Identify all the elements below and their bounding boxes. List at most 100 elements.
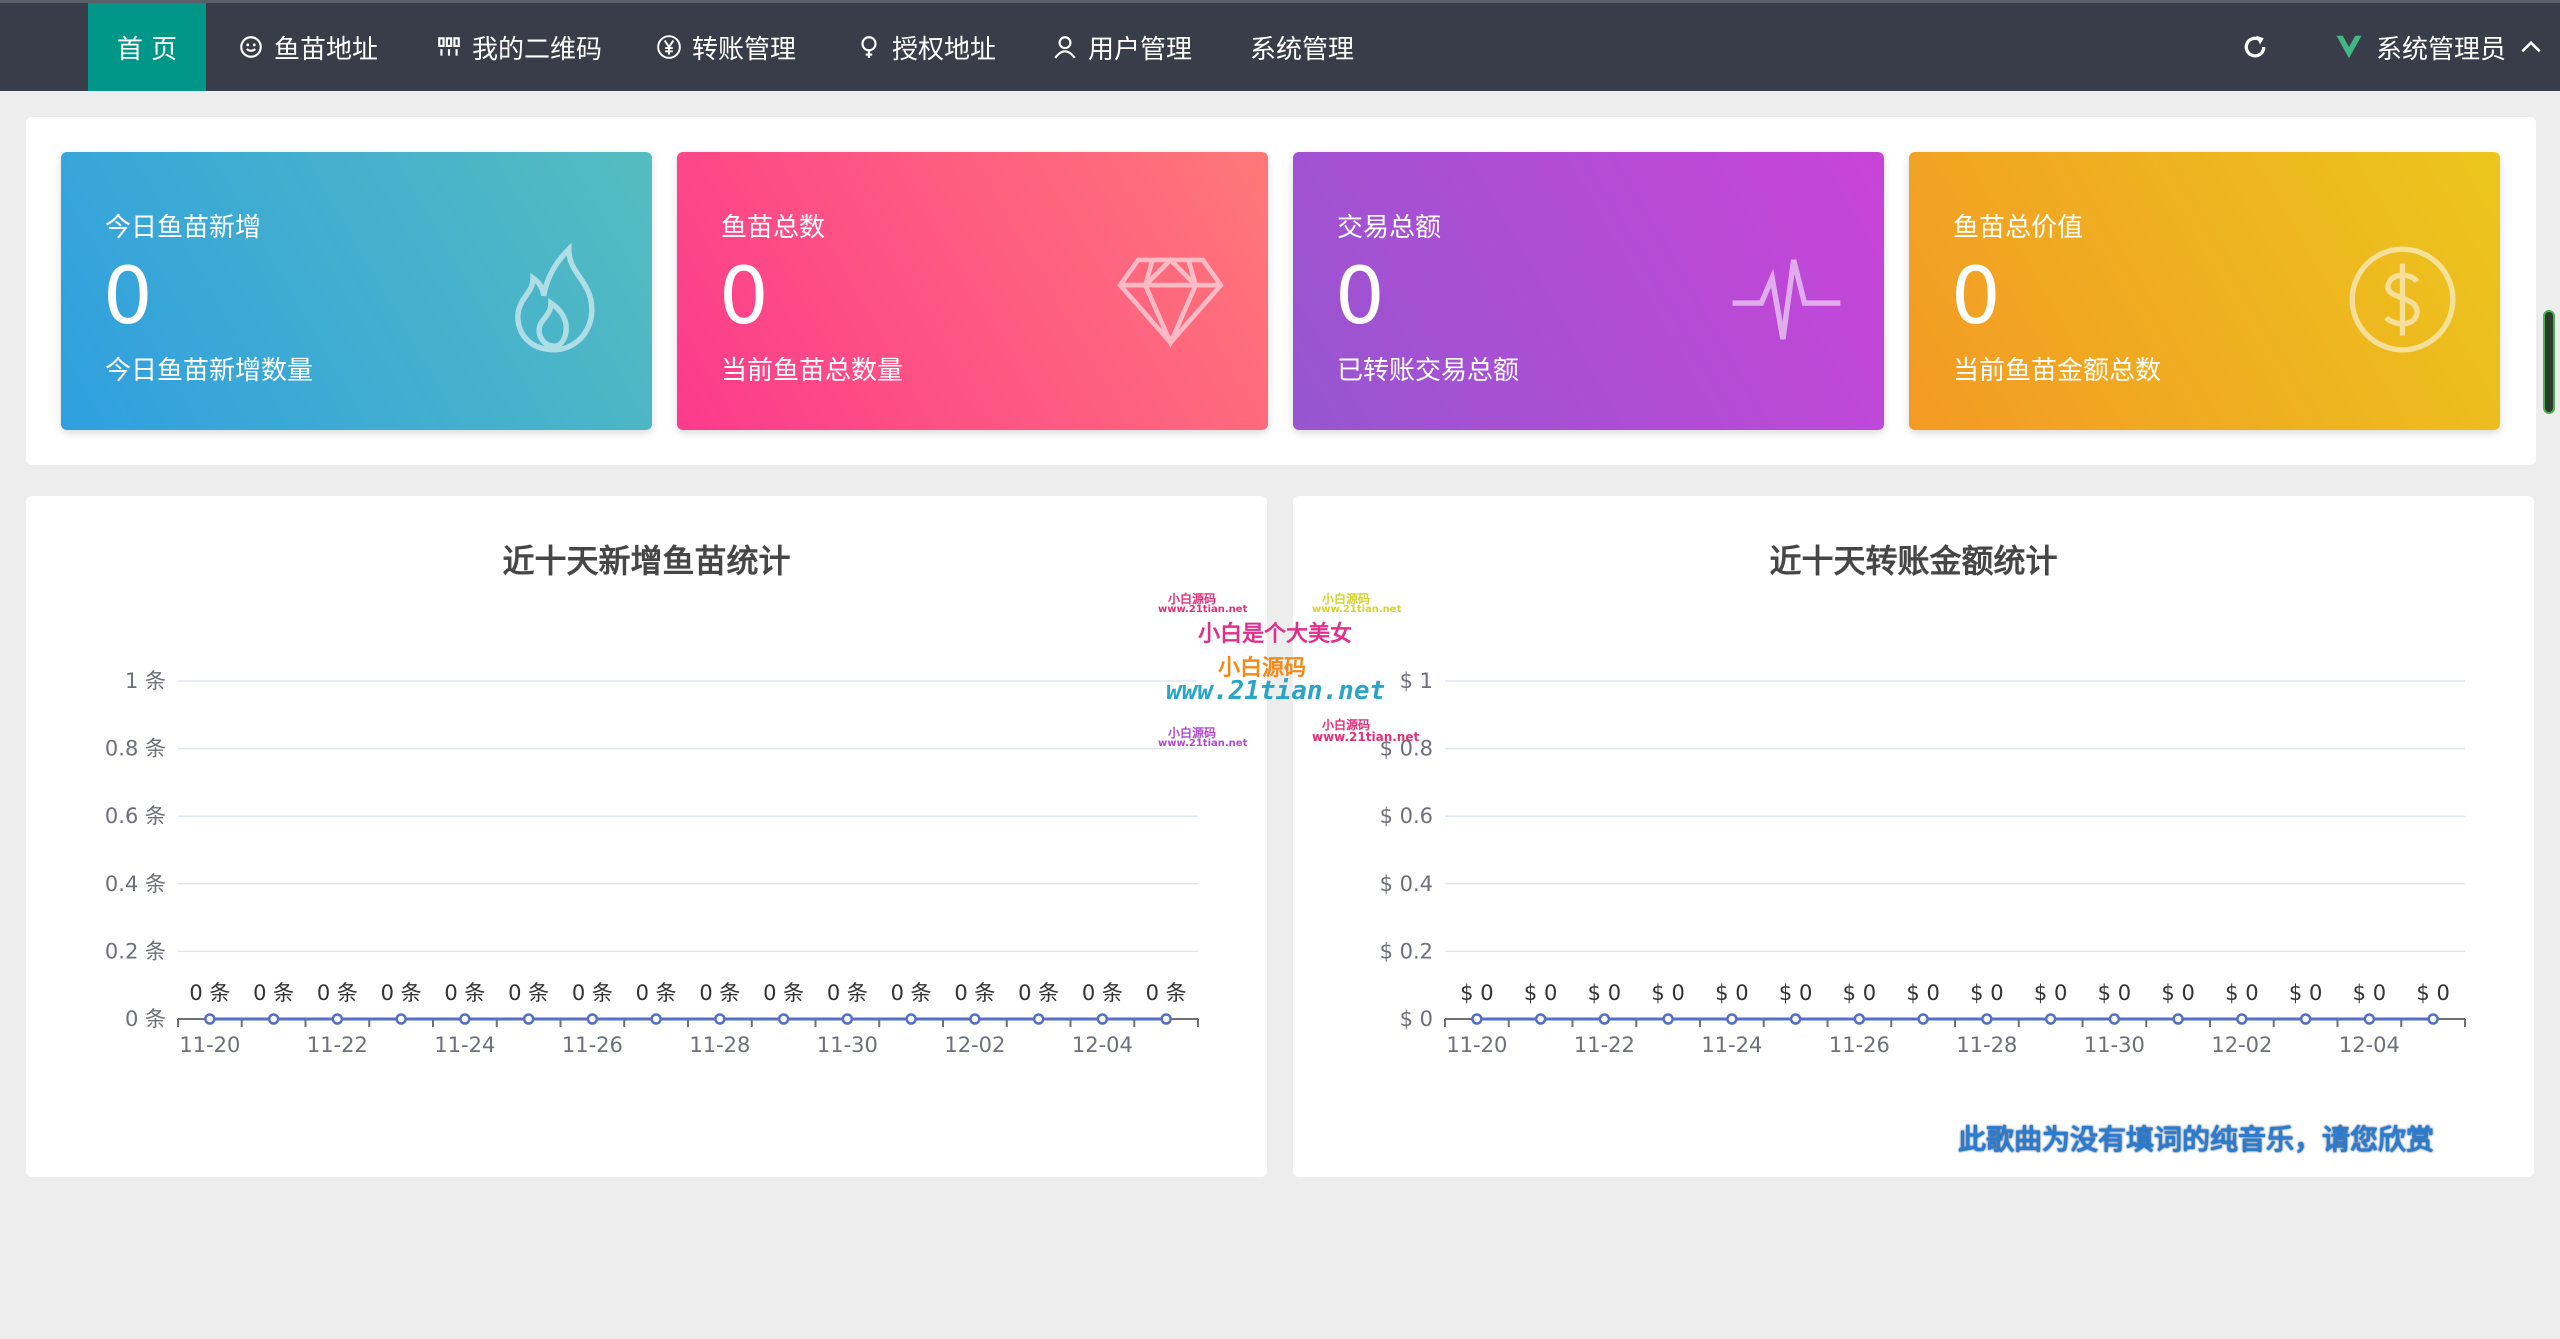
user-icon: [1054, 36, 1076, 59]
stat-title: 鱼苗总数: [721, 213, 826, 243]
stats-panel: 今日鱼苗新增 0 今日鱼苗新增数量 鱼苗总数 0 当前鱼苗总数量 交易总额 0 …: [26, 117, 2536, 465]
nav-user-management-label: 用户管理: [1088, 34, 1193, 65]
nav-fish-address-label: 鱼苗地址: [274, 34, 379, 65]
qrcode-icon: [438, 37, 460, 56]
data-point: [650, 1013, 662, 1025]
chart-panel-new-fish: 近十天新增鱼苗统计 0 条 0.2 条 0.4 条 0.6 条 0.8 条1 条 11-2…: [26, 496, 1267, 1177]
stat-value: 0: [719, 252, 769, 342]
data-point: [841, 1013, 854, 1025]
data-label: $ 0: [1906, 981, 1939, 1005]
chart-panel-transfer-amount: 近十天转账金额统计 $ 0 $ 0.2 $ 0.4 $ 0.6 $ 0.8 $ 1 11-2…: [1293, 496, 2534, 1177]
data-point: [1853, 1013, 1866, 1025]
page-scrollbar[interactable]: [2543, 310, 2555, 414]
stat-value: 0: [1335, 252, 1385, 342]
data-label: 0 条: [1082, 981, 1123, 1005]
data-label: 0 条: [827, 981, 868, 1005]
watermark-small-b1: www.21tian.net: [1158, 604, 1248, 615]
data-label: 0 条: [572, 981, 613, 1005]
stat-desc: 今日鱼苗新增数量: [105, 356, 314, 386]
y-tick-label: $ 0.6: [1380, 804, 1433, 828]
x-tick-label: 11-28: [1956, 1033, 2017, 1057]
refresh-button[interactable]: [2240, 3, 2270, 91]
data-label: $ 0: [1970, 981, 2003, 1005]
stat-card-fish-value: 鱼苗总价值 0 当前鱼苗金额总数: [1909, 152, 2500, 430]
nav-my-qrcode-label: 我的二维码: [472, 34, 603, 65]
data-label: 0 条: [891, 981, 932, 1005]
vue-logo-icon: [2336, 35, 2362, 59]
data-label: $ 0: [2034, 981, 2067, 1005]
x-tick-label: 12-02: [944, 1033, 1005, 1057]
data-label: $ 0: [2098, 981, 2131, 1005]
y-tick-label: 0 条: [125, 1007, 166, 1031]
data-label: $ 0: [1779, 981, 1812, 1005]
watermark-small-b4: www.21tian.net: [1312, 730, 1420, 744]
watermark-line3: www.21tian.net: [1166, 676, 1386, 706]
nav-transfer-management[interactable]: 转账管理: [656, 3, 796, 91]
diamond-icon: [1117, 256, 1224, 349]
data-label: $ 0: [1651, 981, 1684, 1005]
x-tick-label: 11-20: [1446, 1033, 1507, 1057]
data-label: 0 条: [317, 981, 358, 1005]
top-navbar: 首 页 鱼苗地址 我的二维码 转账管理 授权地址 用户管理 系统管理 系统管理员: [0, 0, 2560, 91]
y-tick-label: 0.2 条: [105, 939, 166, 963]
stat-value: 0: [1951, 252, 2001, 342]
stat-card-fish-total: 鱼苗总数 0 当前鱼苗总数量: [677, 152, 1268, 430]
data-point: [2299, 1013, 2312, 1025]
smile-icon: [240, 36, 262, 58]
data-label: $ 0: [2353, 981, 2386, 1005]
stat-desc: 当前鱼苗金额总数: [1953, 356, 2162, 386]
data-point: [1726, 1013, 1738, 1025]
data-label: 0 条: [508, 981, 549, 1005]
user-name: 系统管理员: [2376, 34, 2507, 65]
data-point: [2172, 1013, 2184, 1025]
nav-system-management-label: 系统管理: [1250, 34, 1355, 65]
data-label: 0 条: [1146, 981, 1187, 1005]
data-label: 0 条: [381, 981, 422, 1005]
data-point: [2108, 1013, 2121, 1025]
data-point: [331, 1013, 344, 1025]
dollar-icon: [2349, 246, 2456, 353]
nav-system-management[interactable]: 系统管理: [1250, 3, 1354, 91]
nav-home[interactable]: 首 页: [88, 3, 206, 91]
data-label: $ 0: [1588, 981, 1621, 1005]
data-point: [522, 1013, 535, 1025]
y-tick-label: $ 0.4: [1380, 872, 1433, 896]
chevron-up-icon: [2521, 40, 2541, 53]
y-tick-label: $ 0: [1400, 1007, 1433, 1031]
x-tick-label: 11-22: [1574, 1033, 1635, 1057]
x-tick-label: 12-02: [2211, 1033, 2272, 1057]
data-label: 0 条: [763, 981, 804, 1005]
data-point: [1160, 1013, 1172, 1025]
data-point: [1471, 1013, 1483, 1025]
data-label: 0 条: [444, 981, 485, 1005]
data-label: $ 0: [2225, 981, 2258, 1005]
data-point: [777, 1013, 790, 1025]
data-label: $ 0: [2416, 981, 2449, 1005]
y-tick-label: $ 0.2: [1380, 939, 1433, 963]
y-tick-label: 0.6 条: [105, 804, 166, 828]
x-tick-label: 11-30: [817, 1033, 878, 1057]
data-point: [969, 1013, 981, 1025]
nav-auth-address[interactable]: 授权地址: [856, 3, 996, 91]
data-label: $ 0: [1843, 981, 1876, 1005]
data-point: [1534, 1013, 1547, 1025]
data-point: [1917, 1013, 1929, 1025]
user-menu[interactable]: 系统管理员: [2334, 3, 2544, 91]
data-label: $ 0: [1460, 981, 1493, 1005]
data-point: [1032, 1013, 1045, 1025]
data-point: [1662, 1013, 1674, 1025]
data-label: $ 0: [1524, 981, 1557, 1005]
nav-my-qrcode[interactable]: 我的二维码: [436, 3, 602, 91]
x-tick-label: 11-28: [689, 1033, 750, 1057]
nav-transfer-management-label: 转账管理: [692, 34, 797, 65]
data-point: [905, 1013, 917, 1025]
nav-fish-address[interactable]: 鱼苗地址: [238, 3, 378, 91]
nav-user-management[interactable]: 用户管理: [1052, 3, 1192, 91]
data-point: [459, 1013, 471, 1025]
stat-card-trade-total: 交易总额 0 已转账交易总额: [1293, 152, 1884, 430]
refresh-icon: [2244, 35, 2266, 58]
data-label: 0 条: [189, 981, 230, 1005]
pulse-icon: [1732, 259, 1841, 340]
stat-desc: 已转账交易总额: [1337, 356, 1520, 386]
watermark-small-b3: www.21tian.net: [1158, 738, 1248, 749]
